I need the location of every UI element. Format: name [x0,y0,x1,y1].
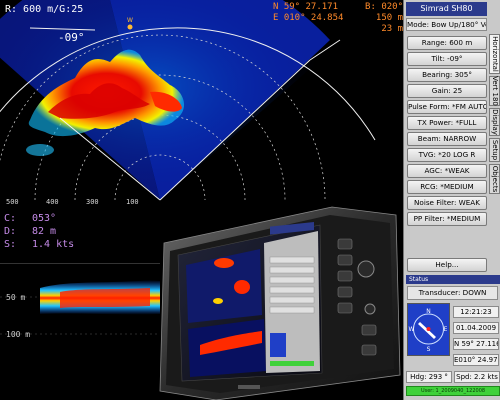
status-header: Status [406,275,500,284]
cursor-bearing: 020° [381,2,403,12]
range-tick-label: 400 [46,198,59,206]
gain-button[interactable]: Gain: 25 [407,84,487,98]
heading-readout: Hdg: 293 ° [406,371,452,383]
target-depth: 82 m [32,226,57,237]
help-button[interactable]: Help... [407,258,487,272]
cursor-latitude: N 59° 27.171 [273,2,339,12]
cursor-longitude: E 010° 24.854 [273,13,344,23]
vessel-longitude: E010° 24.971 [453,354,499,366]
transducer-button[interactable]: Transducer: DOWN [407,286,498,300]
speed-readout: Spd: 2.2 kts [454,371,500,383]
sonar-monitor-photo [152,205,402,400]
pp-filter-button[interactable]: PP Filter: *MEDIUM [407,212,487,226]
cursor-distance: 150 m [375,13,403,23]
tab-display[interactable]: Display [489,108,500,136]
depth-label-100: 100 m [6,330,31,339]
vertical-echo-strip[interactable]: 50 m 100 m [0,263,160,400]
cursor-position-readout: N 59° 27.171 B: 020° E 010° 24.854 150 m 2… [273,2,403,34]
clock-date: 01.04.2009 [453,322,499,334]
bearing-button[interactable]: Bearing: 305° [407,68,487,82]
tab-vert-180[interactable]: Vert 180 [489,76,500,106]
mode-display[interactable]: Mode: Bow Up/180° Vert. [406,18,487,31]
svg-text:S: S [427,346,431,353]
range-button[interactable]: Range: 600 m [407,36,487,50]
target-speed: 1.4 kts [32,239,75,250]
range-tick-label: 500 [6,198,19,206]
north-marker: W [127,17,133,24]
clock-time: 12:21:23 [453,306,499,318]
tab-setup[interactable]: Setup [489,138,500,162]
pulse-form-button[interactable]: Pulse Form: *FM AUTO [407,100,487,114]
tvg-button[interactable]: TVG: *20 LOG R [407,148,487,162]
vessel-latitude: N 59° 27.116 [453,338,499,350]
depth-label-50: 50 m [6,293,26,302]
tx-power-button[interactable]: TX Power: *FULL [407,116,487,130]
beam-button[interactable]: Beam: NARROW [407,132,487,146]
compass-icon: N S W E [407,303,450,356]
agc-button[interactable]: AGC: *WEAK [407,164,487,178]
tilt-readout: -09° [58,31,85,44]
sonar-display[interactable]: 500 400 300 100 W R: 600 m/G:25 -09° N 5… [0,0,403,400]
range-tick-label: 300 [86,198,99,206]
control-panel: Simrad SH80 Mode: Bow Up/180° Vert. Rang… [403,0,500,400]
svg-text:W: W [409,326,415,333]
target-markers: W [127,17,133,30]
tab-horizontal[interactable]: Horizontal [489,34,500,74]
panel-title: Simrad SH80 [406,2,487,16]
recording-status-bar[interactable]: User: 1_2009040_122008 [406,386,500,396]
tilt-button[interactable]: Tilt: -09° [407,52,487,66]
svg-text:N: N [426,308,431,315]
target-course: 053° [32,213,57,224]
cursor-depth: 23 m [381,24,403,34]
noise-filter-button[interactable]: Noise Filter: WEAK [407,196,487,210]
range-gain-readout: R: 600 m/G:25 [5,4,84,15]
tab-objects[interactable]: Objects [489,164,500,194]
target-track-readout: C: 053° D: 82 m S: 1.4 kts [4,213,75,250]
rcg-button[interactable]: RCG: *MEDIUM [407,180,487,194]
svg-text:E: E [444,326,448,333]
range-tick-label: 100 [126,198,139,206]
